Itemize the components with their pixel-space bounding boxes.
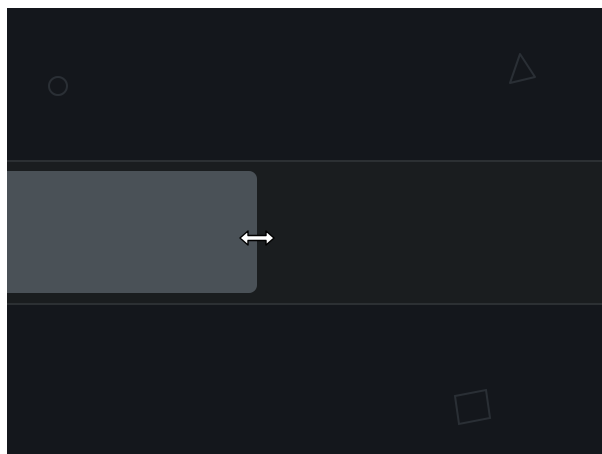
circle-outline-icon: [48, 76, 68, 96]
triangle-outline-icon: [509, 53, 536, 84]
dark-canvas: [7, 8, 602, 454]
horizontal-resize-cursor-icon: [239, 230, 275, 246]
page: [0, 0, 602, 454]
slider-fill-panel[interactable]: [7, 171, 257, 293]
square-outline-icon: [453, 388, 492, 426]
